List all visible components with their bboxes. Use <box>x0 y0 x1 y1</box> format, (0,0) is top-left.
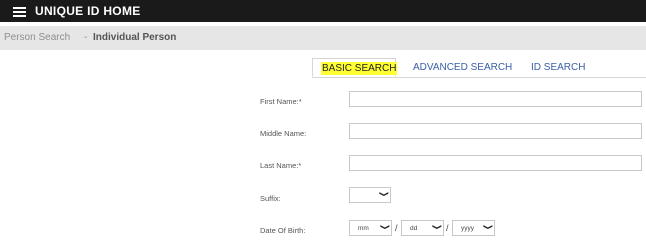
middle-name-field[interactable] <box>349 123 642 139</box>
hamburger-menu-icon[interactable] <box>13 7 26 17</box>
suffix-label: Suffix: <box>260 194 281 203</box>
breadcrumb-person-search[interactable]: Person Search <box>4 32 70 43</box>
date-of-birth-label: Date Of Birth: <box>260 226 306 235</box>
dob-month-select[interactable]: mm ❯ <box>349 220 392 236</box>
tab-basic-search-label: BASIC SEARCH <box>321 62 398 75</box>
breadcrumb-separator: - <box>84 32 88 43</box>
dob-year-value: yyyy <box>461 225 474 232</box>
first-name-field[interactable] <box>349 91 642 107</box>
app-title: UNIQUE ID HOME <box>35 4 141 18</box>
chevron-down-icon: ❯ <box>379 224 389 230</box>
chevron-down-icon: ❯ <box>482 224 492 230</box>
dob-separator: / <box>395 223 398 233</box>
dob-year-select[interactable]: yyyy ❯ <box>452 220 495 236</box>
breadcrumb-current: Individual Person <box>93 32 177 43</box>
last-name-field[interactable] <box>349 155 642 171</box>
top-bar: UNIQUE ID HOME <box>0 0 646 22</box>
dob-day-value: dd <box>410 225 418 232</box>
middle-name-label: Middle Name: <box>260 129 307 138</box>
tab-divider <box>312 77 646 78</box>
suffix-select[interactable]: ❯ <box>349 187 391 203</box>
chevron-down-icon: ❯ <box>431 224 441 230</box>
breadcrumb: Person Search - Individual Person <box>0 26 646 50</box>
tab-basic-search[interactable]: BASIC SEARCH <box>312 58 398 77</box>
dob-day-select[interactable]: dd ❯ <box>401 220 444 236</box>
chevron-down-icon: ❯ <box>378 191 388 197</box>
dob-month-value: mm <box>358 225 369 232</box>
first-name-label: First Name:* <box>260 97 302 106</box>
last-name-label: Last Name:* <box>260 161 302 170</box>
tab-id-search[interactable]: ID SEARCH <box>531 62 585 73</box>
tab-advanced-search[interactable]: ADVANCED SEARCH <box>413 62 512 73</box>
dob-separator: / <box>446 223 449 233</box>
